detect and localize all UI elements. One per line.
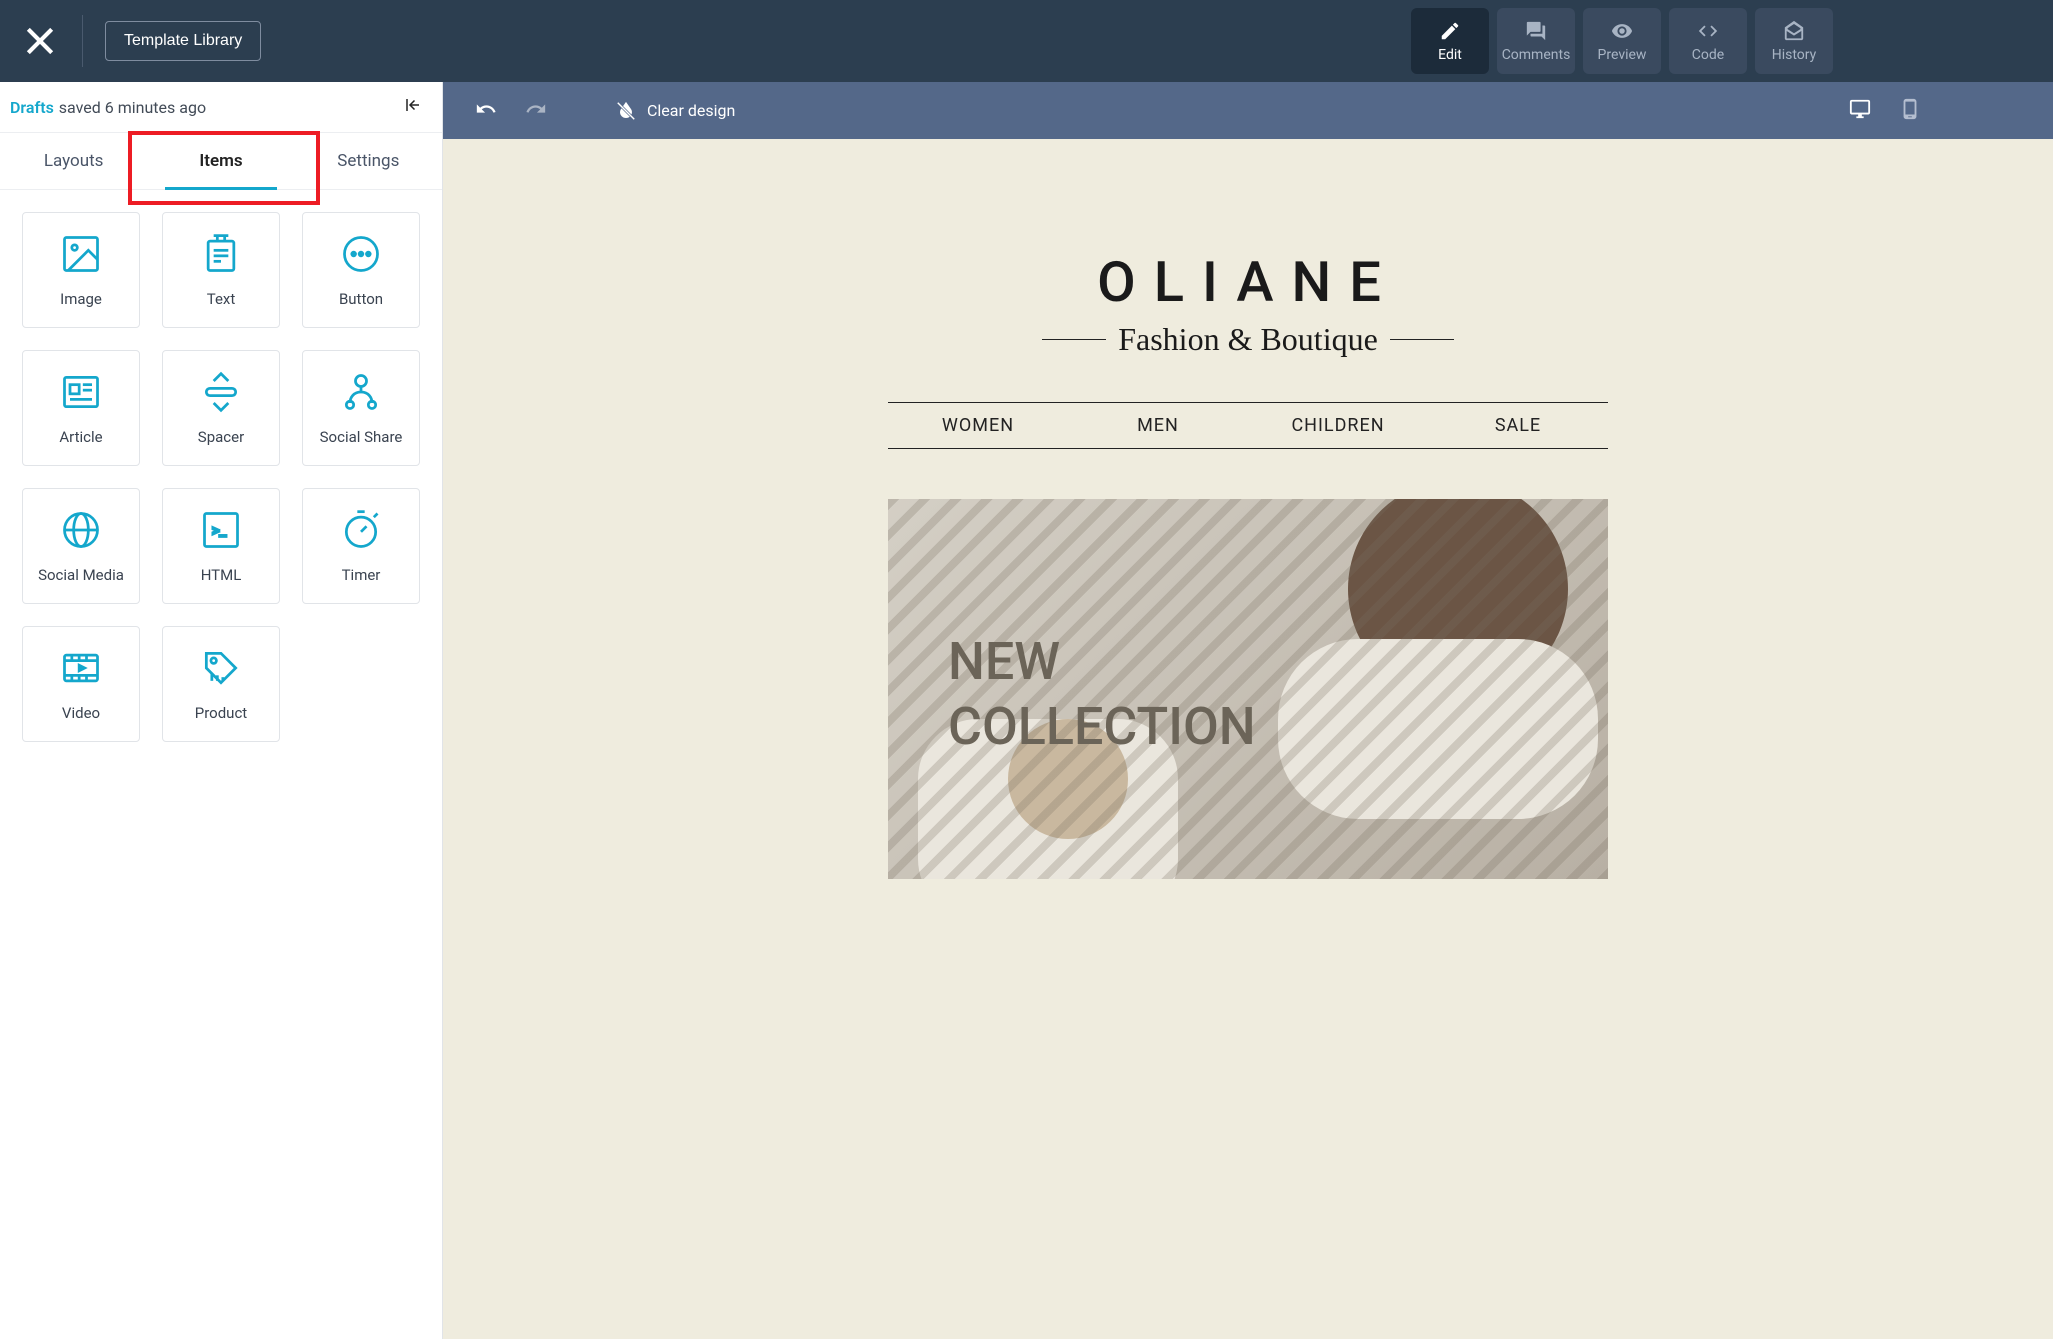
canvas-area[interactable]: OLIANE Fashion & Boutique WOMEN MEN CHIL… (443, 139, 2053, 1339)
droplet-off-icon (615, 100, 637, 122)
nav-men[interactable]: MEN (1068, 403, 1248, 448)
item-label: Social Share (320, 428, 403, 446)
hero-line2: COLLECTION (948, 694, 1256, 759)
close-icon (20, 21, 60, 61)
divider (82, 15, 83, 67)
collapse-panel-button[interactable] (404, 96, 422, 118)
mobile-view-button[interactable] (1899, 98, 1921, 124)
mode-label: Comments (1502, 47, 1571, 63)
mode-label: Preview (1598, 47, 1647, 63)
svg-text:>_: >_ (212, 522, 227, 540)
text-icon (199, 232, 243, 276)
close-button[interactable] (20, 21, 60, 61)
item-product[interactable]: Product (162, 626, 280, 742)
undo-button[interactable] (475, 98, 497, 124)
tab-settings[interactable]: Settings (295, 133, 442, 189)
nav-sale[interactable]: SALE (1428, 403, 1608, 448)
email-preview: OLIANE Fashion & Boutique WOMEN MEN CHIL… (888, 219, 1608, 879)
redo-icon (525, 98, 547, 120)
hero-line1: NEW (948, 629, 1256, 694)
tab-items[interactable]: Items (147, 133, 294, 189)
mode-edit-tab[interactable]: Edit (1411, 8, 1489, 74)
item-spacer[interactable]: Spacer (162, 350, 280, 466)
mode-label: History (1772, 47, 1817, 63)
device-toggle (1849, 98, 1921, 124)
mode-label: Code (1692, 47, 1724, 63)
image-icon (59, 232, 103, 276)
canvas-panel: Clear design OLIANE (443, 82, 2053, 1339)
canvas-toolbar: Clear design (443, 82, 2053, 139)
drafts-link[interactable]: Drafts (10, 98, 54, 117)
logo-tagline: Fashion & Boutique (1118, 321, 1378, 358)
clear-design-button[interactable]: Clear design (615, 100, 735, 122)
envelope-open-icon (1783, 20, 1805, 42)
item-timer[interactable]: Timer (302, 488, 420, 604)
item-label: Product (195, 704, 247, 722)
topbar: Template Library Edit Comments Preview C… (0, 0, 2053, 82)
article-icon (59, 370, 103, 414)
item-label: Video (62, 704, 100, 722)
timer-icon (339, 508, 383, 552)
mode-comments-tab[interactable]: Comments (1497, 8, 1575, 74)
desktop-icon (1849, 98, 1871, 120)
hero-image: NEW COLLECTION (888, 499, 1608, 879)
logo-tagline-row: Fashion & Boutique (888, 321, 1608, 358)
item-label: Button (339, 290, 383, 308)
item-label: Image (60, 290, 102, 308)
clear-design-label: Clear design (647, 101, 735, 120)
mode-code-tab[interactable]: Code (1669, 8, 1747, 74)
decorative-line (1390, 339, 1454, 340)
item-label: Social Media (38, 566, 124, 584)
panel-tabs: Layouts Items Settings (0, 133, 442, 190)
code-icon (1697, 20, 1719, 42)
button-icon (339, 232, 383, 276)
nav-women[interactable]: WOMEN (888, 403, 1068, 448)
comments-icon (1525, 20, 1547, 42)
mobile-icon (1899, 98, 1921, 120)
redo-button[interactable] (525, 98, 547, 124)
decorative-line (1042, 339, 1106, 340)
item-html[interactable]: >_ HTML (162, 488, 280, 604)
left-panel: Drafts saved 6 minutes ago Layouts Items… (0, 82, 443, 1339)
desktop-view-button[interactable] (1849, 98, 1871, 124)
template-library-button[interactable]: Template Library (105, 21, 261, 61)
html-icon: >_ (199, 508, 243, 552)
pencil-icon (1439, 20, 1461, 42)
mode-label: Edit (1438, 47, 1462, 63)
mode-tabs: Edit Comments Preview Code History (1411, 8, 1833, 74)
eye-icon (1611, 20, 1633, 42)
drafts-status-text: saved 6 minutes ago (59, 98, 206, 117)
logo-block: OLIANE Fashion & Boutique (888, 219, 1608, 378)
item-article[interactable]: Article (22, 350, 140, 466)
item-button[interactable]: Button (302, 212, 420, 328)
preview-nav: WOMEN MEN CHILDREN SALE (888, 402, 1608, 449)
social-share-icon (339, 370, 383, 414)
item-label: HTML (201, 566, 242, 584)
spacer-icon (199, 370, 243, 414)
item-label: Timer (342, 566, 381, 584)
mode-history-tab[interactable]: History (1755, 8, 1833, 74)
product-icon (199, 646, 243, 690)
items-grid: Image Text Button Article Spacer (0, 190, 442, 764)
video-icon (59, 646, 103, 690)
undo-icon (475, 98, 497, 120)
item-label: Text (207, 290, 236, 308)
social-media-icon (59, 508, 103, 552)
hero-headline: NEW COLLECTION (948, 629, 1256, 759)
item-label: Article (59, 428, 102, 446)
item-image[interactable]: Image (22, 212, 140, 328)
item-social-share[interactable]: Social Share (302, 350, 420, 466)
drafts-status-row: Drafts saved 6 minutes ago (0, 82, 442, 133)
item-text[interactable]: Text (162, 212, 280, 328)
item-video[interactable]: Video (22, 626, 140, 742)
item-label: Spacer (198, 428, 244, 446)
logo-text: OLIANE (888, 249, 1608, 315)
tab-layouts[interactable]: Layouts (0, 133, 147, 189)
item-social-media[interactable]: Social Media (22, 488, 140, 604)
mode-preview-tab[interactable]: Preview (1583, 8, 1661, 74)
collapse-left-icon (404, 96, 422, 114)
nav-children[interactable]: CHILDREN (1248, 403, 1428, 448)
